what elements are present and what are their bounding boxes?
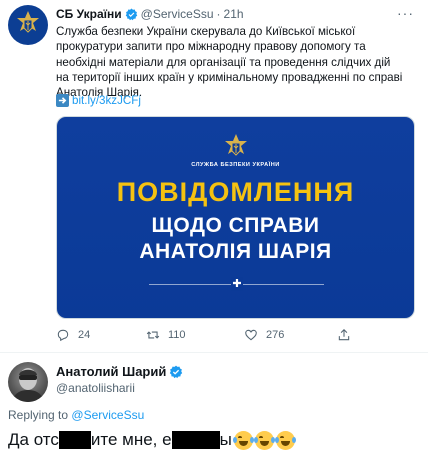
retweet-button[interactable]: 110 bbox=[146, 328, 186, 342]
censor-bar bbox=[171, 431, 220, 449]
more-options-icon[interactable]: ··· bbox=[397, 5, 414, 21]
reply-text-part2: ите мне, е bbox=[90, 430, 172, 449]
censor-bar bbox=[58, 431, 91, 449]
ssu-avatar[interactable] bbox=[8, 5, 48, 45]
tweet-text: Служба безпеки України скерувала до Київ… bbox=[56, 25, 403, 100]
ssu-emblem-icon bbox=[17, 11, 39, 33]
sharii-avatar[interactable] bbox=[8, 362, 48, 402]
tweet-media-image[interactable]: СЛУЖБА БЕЗПЕКИ УКРАЇНИ ПОВІДОМЛЕННЯ ЩОДО… bbox=[56, 116, 415, 319]
media-title-line3: АНАТОЛІЯ ШАРІЯ bbox=[139, 240, 332, 263]
heart-icon bbox=[245, 329, 257, 341]
like-button[interactable]: 276 bbox=[244, 328, 284, 342]
reply-text: Да отс ите мне, е ы bbox=[8, 430, 296, 450]
tweet-link[interactable]: bit.ly/3kzJCFj bbox=[72, 94, 141, 107]
cross-icon: ✚ bbox=[231, 277, 243, 291]
media-org-label: СЛУЖБА БЕЗПЕКИ УКРАЇНИ bbox=[191, 162, 280, 168]
media-title-line2: ЩОДО СПРАВИ bbox=[151, 214, 320, 237]
retweet-icon bbox=[146, 331, 160, 339]
tears-of-joy-emoji-icon bbox=[253, 430, 275, 450]
tweet-actions: 24 110 276 bbox=[56, 328, 416, 344]
tweet-header: СБ України @ServiceSsu · 21h bbox=[56, 7, 244, 21]
retweet-count: 110 bbox=[168, 329, 186, 341]
reply-author-handle[interactable]: @anatoliisharii bbox=[56, 381, 135, 395]
replying-to-line: Replying to @ServiceSsu bbox=[8, 408, 144, 422]
reply-icon bbox=[57, 329, 69, 342]
replying-prefix: Replying to bbox=[8, 408, 69, 422]
reply-button[interactable]: 24 bbox=[56, 328, 90, 342]
tweet-divider bbox=[0, 352, 428, 353]
reply-author-name[interactable]: Анатолий Шарий bbox=[56, 364, 166, 379]
tweet-time[interactable]: 21h bbox=[224, 7, 244, 21]
tweet-link-row: bit.ly/3kzJCFj bbox=[56, 94, 141, 107]
like-count: 276 bbox=[266, 329, 285, 341]
reply-count: 24 bbox=[78, 329, 91, 341]
media-title-line1: ПОВІДОМЛЕННЯ bbox=[116, 177, 355, 207]
ssu-emblem-icon bbox=[225, 134, 247, 156]
share-icon bbox=[338, 329, 350, 341]
tears-of-joy-emoji-icon bbox=[274, 430, 296, 450]
separator-dot: · bbox=[216, 7, 221, 21]
share-button[interactable] bbox=[337, 328, 359, 342]
author-handle[interactable]: @ServiceSsu bbox=[141, 7, 214, 21]
author-name[interactable]: СБ України bbox=[56, 7, 122, 21]
tears-of-joy-emoji-icon bbox=[232, 430, 254, 450]
reply-text-part3: ы bbox=[219, 430, 232, 449]
reply-author: Анатолий Шарий bbox=[56, 364, 186, 379]
replying-to-mention[interactable]: @ServiceSsu bbox=[71, 408, 144, 422]
verified-badge-icon bbox=[125, 8, 137, 20]
verified-badge-icon bbox=[170, 365, 183, 378]
reply-text-part1: Да отс bbox=[8, 430, 59, 449]
tweet-ssu[interactable]: СБ України @ServiceSsu · 21h ··· Служба … bbox=[0, 0, 428, 352]
right-arrow-emoji-icon bbox=[56, 94, 69, 107]
person-photo-icon bbox=[12, 368, 44, 402]
